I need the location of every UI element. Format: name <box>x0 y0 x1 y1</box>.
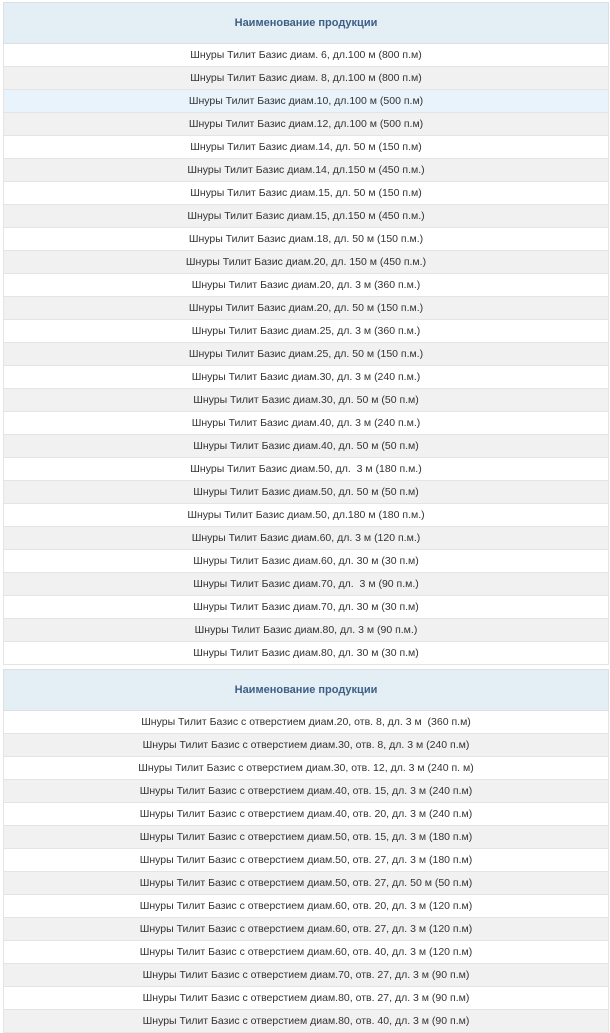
product-name-cell: Шнуры Тилит Базис с отверстием диам.80, … <box>3 986 609 1010</box>
table-row[interactable]: Шнуры Тилит Базис диам.14, дл.150 м (450… <box>3 158 609 182</box>
product-name-cell: Шнуры Тилит Базис с отверстием диам.70, … <box>3 963 609 987</box>
table-row[interactable]: Шнуры Тилит Базис с отверстием диам.30, … <box>3 733 609 757</box>
product-name-cell: Шнуры Тилит Базис диам.60, дл. 3 м (120 … <box>3 526 609 550</box>
product-name-cell: Шнуры Тилит Базис диам.15, дл.150 м (450… <box>3 204 609 228</box>
table-row[interactable]: Шнуры Тилит Базис с отверстием диам.60, … <box>3 894 609 918</box>
product-name-cell: Шнуры Тилит Базис диам.18, дл. 50 м (150… <box>3 227 609 251</box>
table-row[interactable]: Шнуры Тилит Базис диам.18, дл. 50 м (150… <box>3 227 609 251</box>
products-table-basic-body: Шнуры Тилит Базис диам. 6, дл.100 м (800… <box>3 43 609 665</box>
table-row[interactable]: Шнуры Тилит Базис диам.20, дл. 50 м (150… <box>3 296 609 320</box>
table-row[interactable]: Шнуры Тилит Базис диам.80, дл. 30 м (30 … <box>3 641 609 665</box>
table-row[interactable]: Шнуры Тилит Базис диам.60, дл. 3 м (120 … <box>3 526 609 550</box>
product-name-cell: Шнуры Тилит Базис диам.70, дл. 30 м (30 … <box>3 595 609 619</box>
table-row[interactable]: Шнуры Тилит Базис диам.25, дл. 3 м (360 … <box>3 319 609 343</box>
product-name-cell: Шнуры Тилит Базис диам.15, дл. 50 м (150… <box>3 181 609 205</box>
product-name-cell: Шнуры Тилит Базис диам.60, дл. 30 м (30 … <box>3 549 609 573</box>
table-row[interactable]: Шнуры Тилит Базис с отверстием диам.40, … <box>3 779 609 803</box>
product-name-cell: Шнуры Тилит Базис диам.40, дл. 3 м (240 … <box>3 411 609 435</box>
product-name-cell: Шнуры Тилит Базис диам.70, дл. 3 м (90 п… <box>3 572 609 596</box>
product-name-cell: Шнуры Тилит Базис с отверстием диам.30, … <box>3 733 609 757</box>
product-name-cell: Шнуры Тилит Базис диам.12, дл.100 м (500… <box>3 112 609 136</box>
product-name-cell: Шнуры Тилит Базис с отверстием диам.80, … <box>3 1009 609 1033</box>
product-name-cell: Шнуры Тилит Базис диам.80, дл. 3 м (90 п… <box>3 618 609 642</box>
table-row[interactable]: Шнуры Тилит Базис диам.60, дл. 30 м (30 … <box>3 549 609 573</box>
table-row[interactable]: Шнуры Тилит Базис с отверстием диам.60, … <box>3 940 609 964</box>
product-name-cell: Шнуры Тилит Базис диам.20, дл. 50 м (150… <box>3 296 609 320</box>
table-row[interactable]: Шнуры Тилит Базис с отверстием диам.30, … <box>3 756 609 780</box>
table-header-row: Наименование продукции <box>3 2 609 44</box>
table-row[interactable]: Шнуры Тилит Базис диам.15, дл.150 м (450… <box>3 204 609 228</box>
table-row[interactable]: Шнуры Тилит Базис с отверстием диам.20, … <box>3 710 609 734</box>
product-name-cell: Шнуры Тилит Базис диам.14, дл. 50 м (150… <box>3 135 609 159</box>
column-header-product-name[interactable]: Наименование продукции <box>3 669 609 711</box>
table-row[interactable]: Шнуры Тилит Базис диам.30, дл. 50 м (50 … <box>3 388 609 412</box>
table-row[interactable]: Шнуры Тилит Базис диам.12, дл.100 м (500… <box>3 112 609 136</box>
products-table-with-hole-body: Шнуры Тилит Базис с отверстием диам.20, … <box>3 710 609 1033</box>
table-row[interactable]: Шнуры Тилит Базис диам.30, дл. 3 м (240 … <box>3 365 609 389</box>
table-row[interactable]: Шнуры Тилит Базис диам.20, дл. 150 м (45… <box>3 250 609 274</box>
product-name-cell: Шнуры Тилит Базис с отверстием диам.40, … <box>3 802 609 826</box>
table-row[interactable]: Шнуры Тилит Базис диам.80, дл. 3 м (90 п… <box>3 618 609 642</box>
product-name-cell: Шнуры Тилит Базис диам.20, дл. 150 м (45… <box>3 250 609 274</box>
products-table-with-hole: Наименование продукции Шнуры Тилит Базис… <box>3 669 609 1033</box>
product-name-cell: Шнуры Тилит Базис с отверстием диам.40, … <box>3 779 609 803</box>
product-name-cell: Шнуры Тилит Базис диам.10, дл.100 м (500… <box>3 89 609 113</box>
product-name-cell: Шнуры Тилит Базис диам.30, дл. 3 м (240 … <box>3 365 609 389</box>
product-name-cell: Шнуры Тилит Базис диам.14, дл.150 м (450… <box>3 158 609 182</box>
table-row[interactable]: Шнуры Тилит Базис с отверстием диам.50, … <box>3 871 609 895</box>
table-row[interactable]: Шнуры Тилит Базис с отверстием диам.60, … <box>3 917 609 941</box>
table-row[interactable]: Шнуры Тилит Базис диам.40, дл. 3 м (240 … <box>3 411 609 435</box>
table-row[interactable]: Шнуры Тилит Базис диам.50, дл.180 м (180… <box>3 503 609 527</box>
table-row[interactable]: Шнуры Тилит Базис диам.70, дл. 30 м (30 … <box>3 595 609 619</box>
product-name-cell: Шнуры Тилит Базис с отверстием диам.60, … <box>3 940 609 964</box>
product-name-cell: Шнуры Тилит Базис диам.25, дл. 3 м (360 … <box>3 319 609 343</box>
product-name-cell: Шнуры Тилит Базис диам.20, дл. 3 м (360 … <box>3 273 609 297</box>
product-name-cell: Шнуры Тилит Базис с отверстием диам.50, … <box>3 848 609 872</box>
table-row[interactable]: Шнуры Тилит Базис диам. 6, дл.100 м (800… <box>3 43 609 67</box>
table-row[interactable]: Шнуры Тилит Базис диам.15, дл. 50 м (150… <box>3 181 609 205</box>
table-row[interactable]: Шнуры Тилит Базис диам.20, дл. 3 м (360 … <box>3 273 609 297</box>
product-name-cell: Шнуры Тилит Базис диам.80, дл. 30 м (30 … <box>3 641 609 665</box>
table-row[interactable]: Шнуры Тилит Базис диам.70, дл. 3 м (90 п… <box>3 572 609 596</box>
product-name-cell: Шнуры Тилит Базис диам. 6, дл.100 м (800… <box>3 43 609 67</box>
table-header-row: Наименование продукции <box>3 669 609 711</box>
product-name-cell: Шнуры Тилит Базис с отверстием диам.60, … <box>3 894 609 918</box>
product-name-cell: Шнуры Тилит Базис диам.30, дл. 50 м (50 … <box>3 388 609 412</box>
column-header-product-name[interactable]: Наименование продукции <box>3 2 609 44</box>
table-row[interactable]: Шнуры Тилит Базис с отверстием диам.50, … <box>3 825 609 849</box>
table-row[interactable]: Шнуры Тилит Базис с отверстием диам.40, … <box>3 802 609 826</box>
product-name-cell: Шнуры Тилит Базис с отверстием диам.50, … <box>3 871 609 895</box>
table-row[interactable]: Шнуры Тилит Базис диам.14, дл. 50 м (150… <box>3 135 609 159</box>
product-name-cell: Шнуры Тилит Базис диам.50, дл. 50 м (50 … <box>3 480 609 504</box>
table-row[interactable]: Шнуры Тилит Базис диам.50, дл. 3 м (180 … <box>3 457 609 481</box>
table-row[interactable]: Шнуры Тилит Базис диам. 8, дл.100 м (800… <box>3 66 609 90</box>
product-name-cell: Шнуры Тилит Базис диам.25, дл. 50 м (150… <box>3 342 609 366</box>
product-name-cell: Шнуры Тилит Базис с отверстием диам.30, … <box>3 756 609 780</box>
table-row[interactable]: Шнуры Тилит Базис с отверстием диам.80, … <box>3 1009 609 1033</box>
product-name-cell: Шнуры Тилит Базис диам.50, дл. 3 м (180 … <box>3 457 609 481</box>
product-name-cell: Шнуры Тилит Базис диам.40, дл. 50 м (50 … <box>3 434 609 458</box>
table-row[interactable]: Шнуры Тилит Базис с отверстием диам.70, … <box>3 963 609 987</box>
product-name-cell: Шнуры Тилит Базис с отверстием диам.20, … <box>3 710 609 734</box>
table-row[interactable]: Шнуры Тилит Базис с отверстием диам.50, … <box>3 848 609 872</box>
page: Наименование продукции Шнуры Тилит Базис… <box>0 0 610 1033</box>
table-row[interactable]: Шнуры Тилит Базис с отверстием диам.80, … <box>3 986 609 1010</box>
product-name-cell: Шнуры Тилит Базис с отверстием диам.60, … <box>3 917 609 941</box>
table-row[interactable]: Шнуры Тилит Базис диам.10, дл.100 м (500… <box>3 89 609 113</box>
table-row[interactable]: Шнуры Тилит Базис диам.50, дл. 50 м (50 … <box>3 480 609 504</box>
product-name-cell: Шнуры Тилит Базис с отверстием диам.50, … <box>3 825 609 849</box>
product-name-cell: Шнуры Тилит Базис диам. 8, дл.100 м (800… <box>3 66 609 90</box>
table-row[interactable]: Шнуры Тилит Базис диам.25, дл. 50 м (150… <box>3 342 609 366</box>
product-name-cell: Шнуры Тилит Базис диам.50, дл.180 м (180… <box>3 503 609 527</box>
table-row[interactable]: Шнуры Тилит Базис диам.40, дл. 50 м (50 … <box>3 434 609 458</box>
products-table-basic: Наименование продукции Шнуры Тилит Базис… <box>3 2 609 665</box>
